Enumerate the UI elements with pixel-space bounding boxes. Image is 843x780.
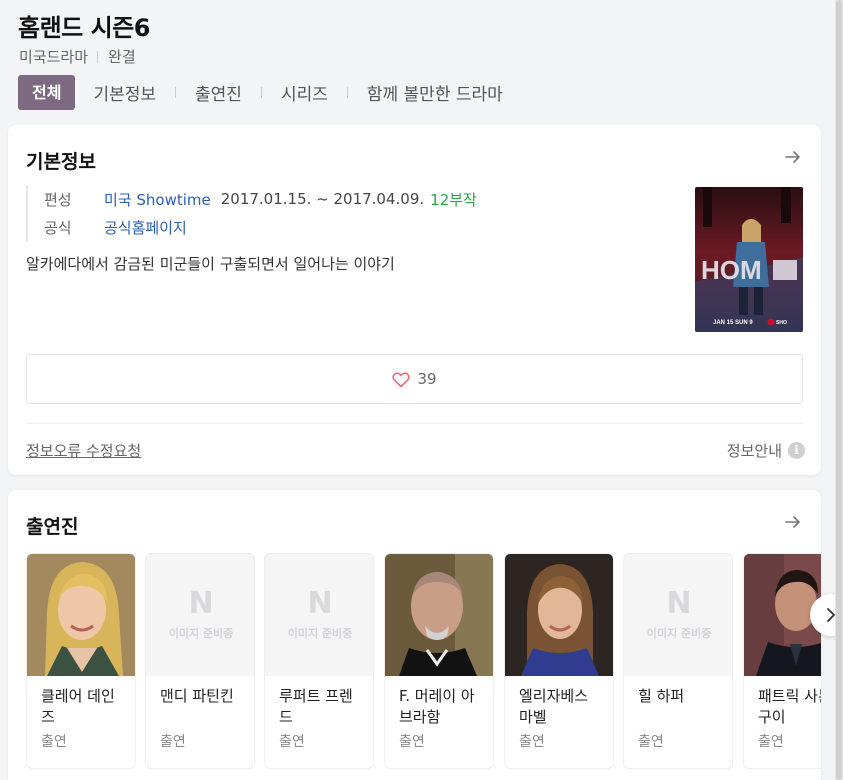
image-pending-text: 이미지 준비중 [646,627,712,640]
cast-photo-placeholder: N 이미지 준비중 [146,554,254,676]
heart-icon [392,371,411,387]
cast-role: 출연 [638,734,664,750]
episode-count: 12부작 [430,190,477,209]
cast-item[interactable]: N 이미지 준비중 루퍼트 프렌드 출연 [264,553,374,769]
cast-list: 클레어 데인즈 출연 N 이미지 준비중 맨디 파틴킨 출연 N 이미지 준비중… [26,553,821,773]
arrow-right-icon[interactable] [783,147,803,167]
tab-divider [260,86,262,98]
cast-name: 엘리자베스 마벨 [519,687,589,726]
tab-basic-info[interactable]: 기본정보 [93,80,156,105]
tab-series[interactable]: 시리즈 [281,80,328,105]
tab-cast[interactable]: 출연진 [195,80,242,105]
cast-title: 출연진 [26,516,79,538]
naver-logo-icon: N [666,586,692,621]
image-pending-text: 이미지 준비중 [168,627,234,640]
scrollbar[interactable] [835,0,843,780]
genre-label: 미국드라마 [19,48,89,66]
cast-role: 출연 [279,734,305,750]
cast-photo-placeholder: N 이미지 준비중 [624,554,732,676]
cast-card-section: 출연진 클레어 데인즈 출연 N 이미지 준비중 맨디 파틴킨 출연 N 이미지… [8,490,821,780]
cast-item[interactable]: F. 머레이 아브라함 출연 [384,553,494,769]
tab-divider [175,86,177,98]
like-count: 39 [417,370,437,388]
tab-related-dramas[interactable]: 함께 볼만한 드라마 [367,80,503,105]
synopsis: 알카에다에서 감금된 미군들이 구출되면서 일어나는 이야기 [26,255,395,273]
info-icon: i [788,442,805,459]
cast-name: 힐 하퍼 [638,687,685,705]
image-pending-text: 이미지 준비중 [287,627,353,640]
tab-all[interactable]: 전체 [18,74,76,110]
cast-name: 클레어 데인즈 [41,687,115,726]
cast-item[interactable]: 클레어 데인즈 출연 [26,553,136,769]
info-block: 편성 미국 Showtime 2017.01.15. ~ 2017.04.09.… [26,185,477,241]
broadcast-label: 편성 [44,190,72,209]
cast-photo [27,554,135,676]
page-title: 홈랜드 시즌6 [18,14,150,42]
naver-logo-icon: N [188,586,214,621]
tab-bar: 전체 기본정보 출연진 시리즈 함께 볼만한 드라마 [18,74,503,110]
info-guide-label: 정보안내 [726,442,782,460]
cast-item[interactable]: 패트릭 사본구이 출연 [743,553,821,769]
cast-role: 출연 [758,734,784,750]
like-button[interactable]: 39 [26,354,803,404]
cast-photo [385,554,493,676]
scrollbar-thumb[interactable] [836,0,842,780]
cast-name: F. 머레이 아브라함 [399,687,475,726]
arrow-right-icon[interactable] [783,512,803,532]
cast-role: 출연 [160,734,186,750]
svg-text:JAN 15 SUN 9: JAN 15 SUN 9 [713,320,753,326]
cast-name: 루퍼트 프렌드 [279,687,353,726]
broadcast-row: 편성 미국 Showtime 2017.01.15. ~ 2017.04.09.… [44,185,477,213]
meta-line: 미국드라마 완결 [19,46,136,67]
cast-item[interactable]: N 이미지 준비중 힐 하퍼 출연 [623,553,733,769]
page: 홈랜드 시즌6 미국드라마 완결 전체 기본정보 출연진 시리즈 함께 볼만한 … [0,0,843,780]
official-label: 공식 [44,218,72,237]
meta-divider [97,50,99,63]
official-homepage-link[interactable]: 공식홈페이지 [104,217,187,238]
channel-link[interactable]: 미국 Showtime [104,189,211,210]
cast-photo-placeholder: N 이미지 준비중 [265,554,373,676]
svg-text:SHO: SHO [776,320,787,326]
report-error-link[interactable]: 정보오류 수정요청 [26,440,141,461]
cast-role: 출연 [41,734,67,750]
cast-role: 출연 [519,734,545,750]
cast-item[interactable]: 엘리자베스 마벨 출연 [504,553,614,769]
info-guide-button[interactable]: 정보안내 i [727,440,805,461]
status-label: 완결 [108,48,136,66]
poster-image[interactable]: HOM JAN 15 SUN 9 SHO [695,187,803,332]
tab-divider [346,86,348,98]
naver-logo-icon: N [307,586,333,621]
basic-info-card: 기본정보 편성 미국 Showtime 2017.01.15. ~ 2017.0… [8,125,821,475]
official-row: 공식 공식홈페이지 [44,213,477,241]
svg-text:HOM: HOM [701,255,762,285]
basic-info-title: 기본정보 [26,151,96,173]
cast-item[interactable]: N 이미지 준비중 맨디 파틴킨 출연 [145,553,255,769]
cast-name: 패트릭 사본구이 [758,687,821,726]
broadcast-dates: 2017.01.15. ~ 2017.04.09. [220,190,425,208]
divider [26,423,803,424]
cast-role: 출연 [399,734,425,750]
cast-photo [505,554,613,676]
cast-name: 맨디 파틴킨 [160,687,234,705]
